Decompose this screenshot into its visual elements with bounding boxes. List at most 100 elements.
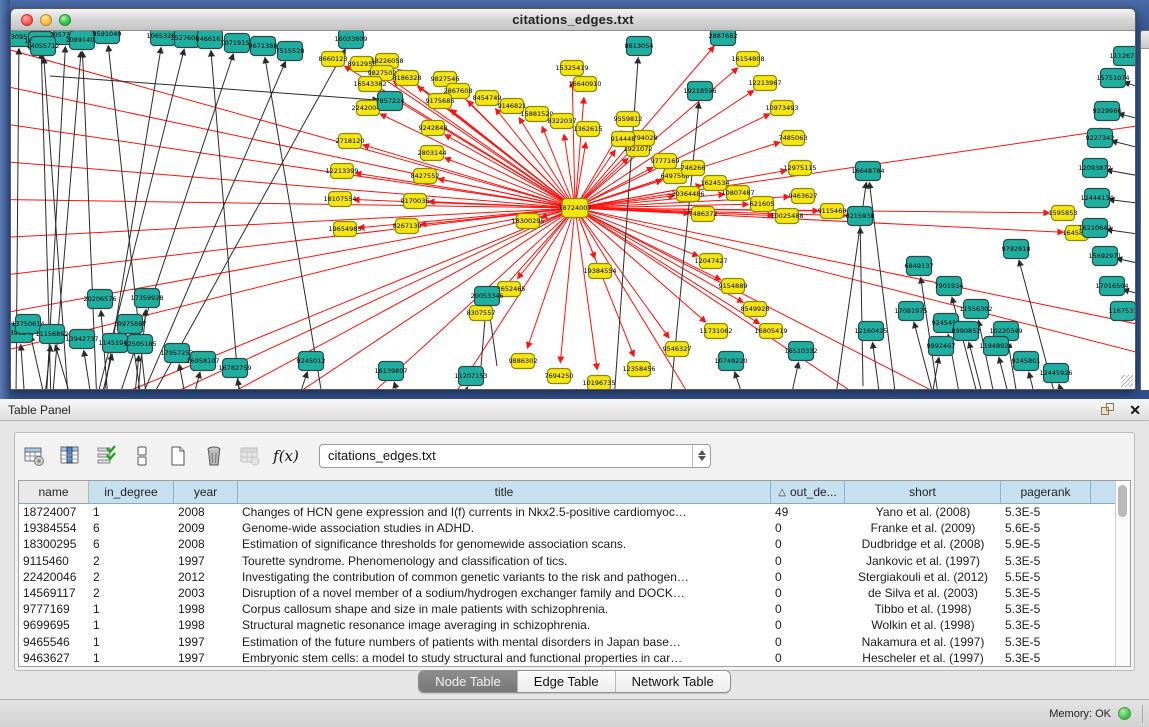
teal-node[interactable]: 11948924 [979, 337, 1012, 356]
teal-node[interactable]: 7857224 [376, 92, 405, 111]
teal-node[interactable]: 17016504 [1095, 277, 1128, 296]
yellow-node[interactable]: 11731062 [699, 324, 732, 339]
show-columns-button[interactable] [57, 443, 83, 469]
yellow-node[interactable]: 8549928 [741, 302, 770, 317]
teal-node[interactable]: 20206576 [83, 290, 116, 309]
teal-node[interactable]: 11207153 [454, 367, 487, 386]
table-row[interactable]: 1872400712008Changes of HCN gene express… [19, 504, 1115, 520]
close-panel-icon[interactable]: ✕ [1129, 403, 1141, 417]
column-header-year[interactable]: year [174, 481, 238, 503]
tab-edge-table[interactable]: Edge Table [518, 671, 616, 692]
network-window-titlebar[interactable]: citations_edges.txt [11, 9, 1135, 31]
teal-node[interactable]: 20053346 [470, 287, 503, 306]
yellow-node[interactable]: 15325419 [555, 61, 588, 76]
yellow-node[interactable]: 1624534 [701, 176, 730, 191]
yellow-node[interactable]: 16805419 [754, 324, 787, 339]
float-panel-icon[interactable] [1101, 403, 1115, 417]
teal-node[interactable]: 2887682 [709, 31, 738, 46]
yellow-node[interactable]: 1362615 [574, 122, 603, 137]
yellow-node[interactable]: 7485063 [779, 131, 808, 146]
teal-node[interactable]: 8215938 [846, 207, 875, 226]
table-scrollbar-thumb[interactable] [1118, 485, 1127, 517]
yellow-node[interactable]: 2803144 [418, 146, 447, 161]
yellow-node[interactable]: 9546327 [663, 342, 692, 357]
yellow-node[interactable]: 9559812 [614, 112, 643, 127]
teal-node[interactable]: 9227342 [1086, 129, 1115, 148]
yellow-node[interactable]: 18107554 [323, 192, 356, 207]
minimize-window-button[interactable] [40, 14, 52, 26]
yellow-node[interactable]: 20364486 [671, 187, 704, 202]
yellow-node[interactable]: 8427552 [411, 169, 440, 184]
teal-node[interactable]: 16958107 [186, 352, 219, 371]
yellow-node[interactable]: 12213399 [325, 164, 358, 179]
yellow-node[interactable]: 18724007 [558, 199, 591, 218]
teal-node[interactable]: 10975887 [113, 315, 146, 334]
table-row[interactable]: 1456911722003Disruption of a novel membe… [19, 585, 1115, 601]
create-column-button[interactable] [165, 443, 191, 469]
table-row[interactable]: 969969511998Structural magnetic resonanc… [19, 617, 1115, 633]
yellow-node[interactable]: 12975115 [783, 161, 816, 176]
teal-node[interactable]: 9245801 [1012, 352, 1041, 371]
teal-node[interactable]: 7901934 [935, 277, 964, 296]
yellow-node[interactable]: 18300295 [511, 214, 544, 229]
table-row[interactable]: 1830029562008Estimation of significance … [19, 536, 1115, 552]
yellow-node[interactable]: 19384554 [583, 264, 616, 279]
delete-column-button[interactable] [201, 443, 227, 469]
yellow-node[interactable]: 16640910 [568, 77, 601, 92]
teal-node[interactable]: 9671388 [249, 37, 278, 56]
yellow-node[interactable]: 914448 [611, 132, 636, 147]
yellow-node[interactable]: 12358456 [622, 362, 655, 377]
teal-node[interactable]: 12445926 [1039, 364, 1072, 383]
yellow-node[interactable]: 746266 [681, 161, 706, 176]
yellow-node[interactable]: 1595853 [1049, 206, 1078, 221]
teal-node[interactable]: 9892467 [927, 337, 956, 356]
teal-node[interactable]: 9329966 [1093, 102, 1122, 121]
yellow-node[interactable]: 8322037 [548, 114, 577, 129]
window-resize-grip[interactable] [1121, 375, 1133, 387]
zoom-window-button[interactable] [59, 14, 71, 26]
table-row[interactable]: 1938455462009Genome-wide association stu… [19, 520, 1115, 536]
table-row[interactable]: 946554611997Estimation of the future num… [19, 634, 1115, 650]
yellow-node[interactable]: 8307557 [467, 306, 496, 321]
yellow-node[interactable]: 8660123 [319, 52, 348, 67]
teal-node[interactable]: 16139807 [374, 362, 407, 381]
teal-node[interactable]: 8591049 [93, 31, 122, 44]
teal-node[interactable]: 8813054 [625, 37, 654, 56]
yellow-node[interactable]: 9463627 [789, 189, 818, 204]
table-selector-dropdown[interactable]: citations_edges.txt [319, 444, 711, 468]
teal-node[interactable]: 11126734 [1109, 47, 1135, 66]
column-header-name[interactable]: name [19, 481, 89, 503]
yellow-node[interactable]: 9115460 [818, 204, 847, 219]
yellow-node[interactable]: 9170036 [401, 194, 430, 209]
teal-node[interactable]: 15692971 [1088, 247, 1121, 266]
yellow-node[interactable]: 9777169 [651, 154, 680, 169]
yellow-node[interactable]: 19654985 [328, 222, 361, 237]
table-mode-button[interactable] [129, 443, 155, 469]
teal-node[interactable]: 11556302 [959, 300, 992, 319]
teal-node[interactable]: 12505185 [123, 335, 156, 354]
table-row[interactable]: 2242004622012Investigating the contribut… [19, 569, 1115, 585]
background-window-edge[interactable] [1140, 30, 1149, 390]
table-scrollbar[interactable] [1115, 481, 1130, 666]
teal-node[interactable]: 6849137 [905, 257, 934, 276]
teal-node[interactable]: 19218596 [683, 82, 716, 101]
teal-node[interactable]: 12444134 [1080, 189, 1113, 208]
teal-node[interactable]: 16510332 [784, 342, 817, 361]
teal-node[interactable]: 9792918 [1002, 240, 1031, 259]
network-window[interactable]: citations_edges.txt 86601238912955182260… [10, 8, 1136, 390]
yellow-node[interactable]: 9242848 [419, 121, 448, 136]
column-header-title[interactable]: title [238, 481, 771, 503]
teal-node[interactable]: 16648784 [851, 162, 884, 181]
teal-node[interactable]: 16210643 [1078, 219, 1111, 238]
column-header-out_de[interactable]: △out_de... [771, 481, 845, 503]
teal-node[interactable]: 8990852 [952, 322, 981, 341]
tab-node-table[interactable]: Node Table [419, 671, 518, 692]
delete-table-button[interactable] [237, 443, 263, 469]
yellow-node[interactable]: 2718120 [336, 134, 365, 149]
yellow-node[interactable]: 16154808 [731, 52, 764, 67]
yellow-node[interactable]: 10973493 [765, 101, 798, 116]
yellow-node[interactable]: 8186328 [393, 71, 422, 86]
function-builder-button[interactable]: f(x) [273, 443, 299, 469]
yellow-node[interactable]: 10196735 [582, 376, 615, 390]
teal-node[interactable]: 15751074 [1096, 69, 1129, 88]
